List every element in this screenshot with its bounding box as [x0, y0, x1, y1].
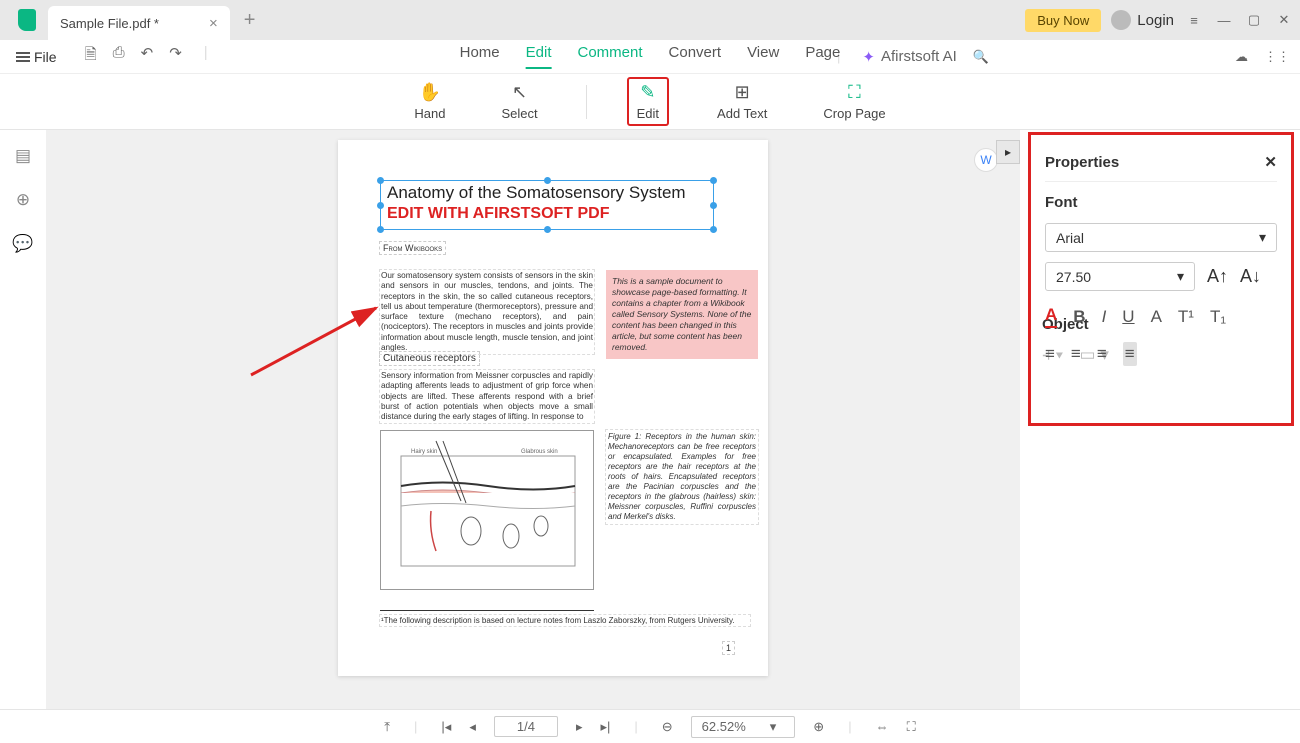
titlebar: Sample File.pdf * × + Buy Now Login ≡ — …: [0, 0, 1300, 40]
edit-icon: ✎: [640, 82, 655, 103]
edit-toolbar: ✋Hand ↖Select ✎Edit ⊞Add Text ⛶Crop Page: [0, 74, 1300, 130]
paragraph-2[interactable]: Sensory information from Meissner corpus…: [380, 370, 594, 423]
properties-panel: Properties ✕ Font Arial▾ 27.50▾ A↑ A↓ A B…: [1020, 130, 1300, 709]
workspace: ▤ ⊕ 💬 W ▸ Anatomy of the Somatosensory S…: [0, 130, 1300, 709]
italic-icon[interactable]: I: [1102, 307, 1107, 327]
subscript-icon[interactable]: T₁: [1210, 307, 1226, 327]
page-number: 1: [723, 642, 734, 654]
page-input[interactable]: 1/4: [494, 716, 558, 737]
document-tab[interactable]: Sample File.pdf * ×: [48, 6, 230, 40]
zoom-select[interactable]: 62.52%▾: [691, 716, 796, 738]
tool-edit[interactable]: ✎Edit: [627, 77, 669, 126]
align-justify-icon[interactable]: ≡: [1123, 342, 1137, 366]
doc-title[interactable]: Anatomy of the Somatosensory System: [381, 181, 713, 205]
font-family-select[interactable]: Arial▾: [1045, 223, 1277, 252]
new-tab-button[interactable]: +: [244, 9, 256, 32]
panel-toggle-icon[interactable]: ▸: [996, 140, 1020, 164]
scroll-top-icon[interactable]: ⤒: [384, 719, 390, 735]
tool-select[interactable]: ↖Select: [494, 79, 546, 124]
hamburger-icon[interactable]: ≡: [1184, 10, 1204, 30]
menu-page[interactable]: Page: [805, 44, 840, 69]
crop-icon: ⛶: [848, 82, 861, 103]
last-page-icon[interactable]: ▸|: [600, 719, 610, 735]
close-panel-icon[interactable]: ✕: [1264, 153, 1277, 171]
login-button[interactable]: Login: [1111, 10, 1174, 30]
menu-edit[interactable]: Edit: [526, 44, 552, 69]
footnote[interactable]: ¹The following description is based on l…: [380, 615, 750, 626]
wiki-source[interactable]: From Wikibooks: [380, 242, 445, 254]
menu-home[interactable]: Home: [460, 44, 500, 69]
more-icon[interactable]: ⋮⋮: [1264, 49, 1290, 65]
buy-now-button[interactable]: Buy Now: [1025, 9, 1101, 32]
first-page-icon[interactable]: |◂: [441, 719, 451, 735]
hand-icon: ✋: [419, 82, 441, 103]
sparkle-icon: ✦: [862, 48, 875, 66]
text-selection-box[interactable]: Anatomy of the Somatosensory System EDIT…: [380, 180, 714, 230]
zoom-in-icon[interactable]: ⊕: [813, 719, 824, 735]
cursor-icon: ↖: [512, 82, 527, 103]
minimize-icon[interactable]: —: [1214, 10, 1234, 30]
word-export-icon[interactable]: W: [974, 148, 998, 172]
avatar-icon: [1111, 10, 1131, 30]
skin-diagram[interactable]: Hairy skin Glabrous skin: [380, 430, 594, 590]
save-icon[interactable]: 🗎: [85, 44, 97, 69]
zoom-out-icon[interactable]: ⊖: [662, 719, 673, 735]
undo-icon[interactable]: ↶: [141, 44, 154, 69]
left-sidebar: ▤ ⊕ 💬: [0, 130, 46, 709]
app-logo: [14, 7, 40, 33]
underline-icon[interactable]: U: [1122, 307, 1134, 327]
statusbar: ⤒ | |◂ ◂ 1/4 ▸ ▸| | ⊖ 62.52%▾ ⊕ | ⇔ ⛶: [0, 709, 1300, 743]
increase-font-icon[interactable]: A↑: [1207, 266, 1228, 287]
search-icon[interactable]: 🔍: [973, 49, 989, 65]
tab-title: Sample File.pdf *: [60, 16, 159, 31]
text-icon: ⊞: [735, 82, 750, 103]
font-section-label: Font: [1045, 194, 1277, 211]
fit-page-icon[interactable]: ⛶: [907, 719, 916, 735]
next-page-icon[interactable]: ▸: [576, 719, 583, 735]
sidebar-note[interactable]: This is a sample document to showcase pa…: [606, 270, 758, 359]
redo-icon[interactable]: ↷: [169, 44, 182, 69]
cloud-icon[interactable]: ☁: [1235, 49, 1248, 65]
font-size-select[interactable]: 27.50▾: [1045, 262, 1195, 291]
superscript-icon[interactable]: T¹: [1178, 307, 1194, 327]
font-icon[interactable]: A: [1151, 307, 1162, 327]
menu-view[interactable]: View: [747, 44, 779, 69]
align-center-icon[interactable]: ≡: [1071, 344, 1081, 364]
close-window-icon[interactable]: ✕: [1274, 10, 1294, 30]
figure-caption[interactable]: Figure 1: Receptors in the human skin: M…: [606, 430, 758, 524]
tool-hand[interactable]: ✋Hand: [406, 79, 453, 124]
close-tab-icon[interactable]: ×: [209, 15, 218, 32]
fit-width-icon[interactable]: ⇔: [876, 719, 889, 734]
menu-comment[interactable]: Comment: [578, 44, 643, 69]
thumbnails-icon[interactable]: ▤: [15, 146, 31, 166]
bold-icon[interactable]: B: [1073, 307, 1085, 327]
prev-page-icon[interactable]: ◂: [469, 719, 476, 735]
document-canvas[interactable]: W ▸ Anatomy of the Somatosensory System …: [46, 130, 1020, 709]
panel-title: Properties: [1045, 154, 1119, 171]
decrease-font-icon[interactable]: A↓: [1240, 266, 1261, 287]
comment-pane-icon[interactable]: 💬: [12, 234, 33, 254]
align-right-icon[interactable]: ≡: [1097, 344, 1107, 364]
subheading[interactable]: Cutaneous receptors: [380, 352, 479, 365]
maximize-icon[interactable]: ▢: [1244, 10, 1264, 30]
file-menu[interactable]: File: [10, 47, 63, 67]
svg-text:Hairy skin: Hairy skin: [411, 449, 437, 455]
align-left-icon[interactable]: ≡: [1045, 344, 1055, 364]
ai-button[interactable]: ✦Afirstsoft AI: [862, 48, 956, 66]
chevron-down-icon: ▾: [1177, 268, 1184, 285]
tool-crop[interactable]: ⛶Crop Page: [815, 79, 893, 124]
menu-convert[interactable]: Convert: [669, 44, 722, 69]
bookmark-icon[interactable]: ⊕: [16, 190, 30, 210]
chevron-down-icon: ▾: [1259, 229, 1266, 246]
doc-edited-text[interactable]: EDIT WITH AFIRSTSOFT PDF: [381, 205, 713, 223]
paragraph-1[interactable]: Our somatosensory system consists of sen…: [380, 270, 594, 354]
tool-add-text[interactable]: ⊞Add Text: [709, 79, 775, 124]
svg-text:Glabrous skin: Glabrous skin: [521, 449, 558, 455]
menubar: File 🗎 ⎙ ↶ ↷ | Home Edit Comment Convert…: [0, 40, 1300, 74]
print-icon[interactable]: ⎙: [113, 44, 125, 69]
pdf-page[interactable]: Anatomy of the Somatosensory System EDIT…: [338, 140, 768, 676]
font-color-icon[interactable]: A: [1045, 305, 1057, 328]
